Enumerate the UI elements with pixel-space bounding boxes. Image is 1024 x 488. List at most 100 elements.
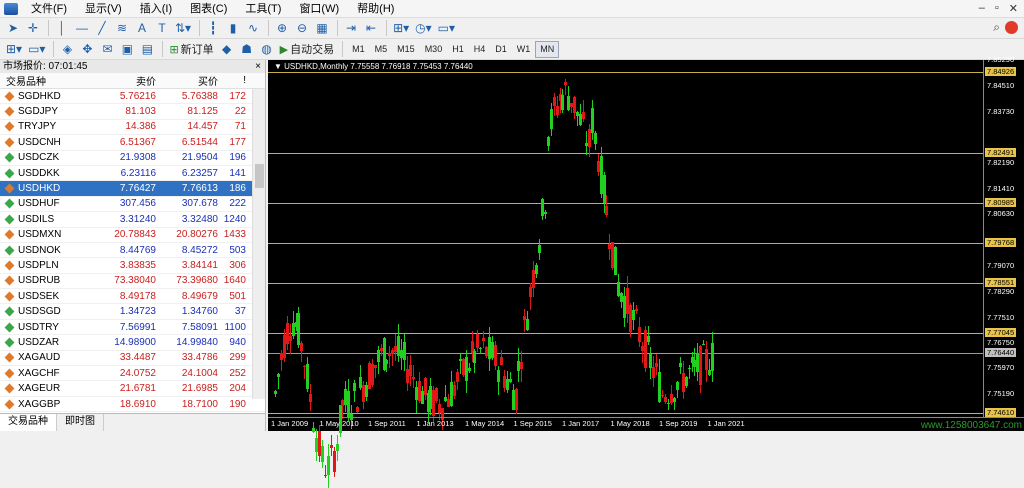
symbol-label: USDILS xyxy=(18,213,55,225)
tab-tick-chart[interactable]: 即时图 xyxy=(57,414,104,431)
table-row[interactable]: USDZAR 14.98900 14.99840 940 xyxy=(0,335,265,351)
table-row[interactable]: TRYJPY 14.386 14.457 71 xyxy=(0,120,265,136)
price-level-line[interactable] xyxy=(268,72,983,74)
market-watch-icon[interactable]: ◈ xyxy=(58,41,76,58)
metaeditor-icon[interactable]: ◆ xyxy=(218,41,236,58)
timeframe-m5[interactable]: M5 xyxy=(370,41,393,58)
navigator-icon[interactable]: ✉ xyxy=(98,41,116,58)
table-row[interactable]: XAGEUR 21.6781 21.6985 204 xyxy=(0,381,265,397)
table-row[interactable]: USDNOK 8.44769 8.45272 503 xyxy=(0,243,265,259)
cursor-icon[interactable]: ➤ xyxy=(4,20,22,37)
column-header-symbol[interactable]: 交易品种 xyxy=(0,73,105,88)
price-level-line[interactable] xyxy=(268,152,983,154)
table-row[interactable]: XAGCHF 24.0752 24.1004 252 xyxy=(0,366,265,382)
vertical-scrollbar[interactable] xyxy=(252,89,265,399)
chart-shift-icon[interactable]: ⇤ xyxy=(362,20,380,37)
menu-help[interactable]: 帮助(H) xyxy=(348,0,403,18)
table-row[interactable]: XAGGBP 18.6910 18.7100 190 xyxy=(0,397,265,413)
price-chart[interactable]: ▼ USDHKD,Monthly 7.75558 7.76918 7.75453… xyxy=(268,55,1024,488)
periods-icon[interactable]: ◷▾ xyxy=(413,20,434,37)
table-row[interactable]: USDHUF 307.456 307.678 222 xyxy=(0,197,265,213)
profiles-icon[interactable]: ▭▾ xyxy=(26,41,47,58)
table-row[interactable]: USDTRY 7.56991 7.58091 1100 xyxy=(0,320,265,336)
menu-insert[interactable]: 插入(I) xyxy=(131,0,181,18)
table-row[interactable]: USDILS 3.31240 3.32480 1240 xyxy=(0,212,265,228)
price-level-line[interactable] xyxy=(268,332,983,334)
table-row[interactable]: USDSEK 8.49178 8.49679 501 xyxy=(0,289,265,305)
new-chart-icon[interactable]: ⊞▾ xyxy=(4,41,24,58)
table-row[interactable]: USDHKD 7.76427 7.76613 186 xyxy=(0,181,265,197)
table-row[interactable]: USDMXN 20.78843 20.80276 1433 xyxy=(0,228,265,243)
scrollbar-thumb[interactable] xyxy=(255,164,264,188)
table-row[interactable]: USDDKK 6.23116 6.23257 141 xyxy=(0,166,265,182)
table-row[interactable]: SGDHKD 5.76216 5.76388 172 xyxy=(0,89,265,105)
bar-chart-icon[interactable]: ┇ xyxy=(204,20,222,37)
restore-icon[interactable]: ▫ xyxy=(995,2,999,15)
timeframe-d1[interactable]: D1 xyxy=(490,41,512,58)
minimize-icon[interactable]: – xyxy=(979,2,985,15)
close-icon[interactable]: × xyxy=(255,60,265,73)
price-level-line[interactable] xyxy=(268,242,983,244)
autoscroll-icon[interactable]: ⇥ xyxy=(342,20,360,37)
text-icon[interactable]: A xyxy=(133,20,151,37)
tab-symbols[interactable]: 交易品种 xyxy=(0,414,57,431)
price-level-line[interactable] xyxy=(268,202,983,204)
tile-windows-icon[interactable]: ▦ xyxy=(313,20,331,37)
table-row[interactable]: USDRUB 73.38040 73.39680 1640 xyxy=(0,274,265,290)
search-icon[interactable]: ⌕ xyxy=(993,20,1000,35)
horizontal-line-icon[interactable]: — xyxy=(73,20,91,37)
menu-tools[interactable]: 工具(T) xyxy=(236,0,290,18)
vps-icon[interactable]: ◍ xyxy=(258,41,276,58)
table-row[interactable]: USDSGD 1.34723 1.34760 37 xyxy=(0,304,265,320)
column-header-bid[interactable]: 卖价 xyxy=(105,73,156,88)
table-row[interactable]: XAGAUD 33.4487 33.4786 299 xyxy=(0,351,265,367)
zoom-in-icon[interactable]: ⊕ xyxy=(273,20,291,37)
menu-file[interactable]: 文件(F) xyxy=(22,0,76,18)
timeframe-m1[interactable]: M1 xyxy=(347,41,370,58)
label-icon[interactable]: T xyxy=(153,20,171,37)
data-window-icon[interactable]: ✥ xyxy=(78,41,96,58)
tester-icon[interactable]: ▤ xyxy=(138,41,156,58)
timeframe-w1[interactable]: W1 xyxy=(512,41,536,58)
column-header-spread[interactable]: ! xyxy=(218,75,250,86)
arrows-icon[interactable]: ⇅▾ xyxy=(173,20,193,37)
vertical-line-icon[interactable]: │ xyxy=(53,20,71,37)
close-icon[interactable]: ✕ xyxy=(1009,2,1018,15)
timeframe-mn[interactable]: MN xyxy=(535,40,560,58)
spread-cell: 299 xyxy=(229,352,246,364)
table-row[interactable]: USDCNH 6.51367 6.51544 177 xyxy=(0,135,265,151)
bid-cell: 1.34723 xyxy=(119,306,156,318)
menu-view[interactable]: 显示(V) xyxy=(76,0,131,18)
auto-trading-button[interactable]: ▶ 自动交易 xyxy=(278,41,336,58)
community-icon[interactable] xyxy=(1005,21,1018,34)
candle-body xyxy=(382,338,386,371)
templates-icon[interactable]: ▭▾ xyxy=(436,20,457,37)
timeframe-h1[interactable]: H1 xyxy=(447,41,469,58)
price-level-line[interactable] xyxy=(268,352,983,354)
table-row[interactable]: USDCZK 21.9308 21.9504 196 xyxy=(0,151,265,166)
table-row[interactable]: SGDJPY 81.103 81.125 22 xyxy=(0,104,265,120)
x-tick-label: 1 Jan 2017 xyxy=(562,419,600,428)
price-level-line[interactable] xyxy=(268,283,983,285)
timeframe-m30[interactable]: M30 xyxy=(420,41,448,58)
column-header-ask[interactable]: 买价 xyxy=(156,73,218,88)
new-order-button[interactable]: ⊞ 新订单 xyxy=(167,41,215,58)
timeframe-m15[interactable]: M15 xyxy=(392,41,420,58)
terminal-icon[interactable]: ▣ xyxy=(118,41,136,58)
line-chart-icon[interactable]: ∿ xyxy=(244,20,262,37)
trendline-icon[interactable]: ╱ xyxy=(93,20,111,37)
price-level-line[interactable] xyxy=(268,413,983,415)
indicators-icon[interactable]: ⊞▾ xyxy=(391,20,411,37)
crosshair-icon[interactable]: ✛ xyxy=(24,20,42,37)
fibonacci-icon[interactable]: ≋ xyxy=(113,20,131,37)
menu-window[interactable]: 窗口(W) xyxy=(290,0,348,18)
candle-chart-icon[interactable]: ▮ xyxy=(224,20,242,37)
signals-icon[interactable]: ☗ xyxy=(238,41,256,58)
menu-charts[interactable]: 图表(C) xyxy=(181,0,236,18)
chart-menu-icon[interactable]: ▼ xyxy=(274,62,282,71)
ask-cell: 6.51544 xyxy=(181,136,218,148)
table-row[interactable]: USDPLN 3.83835 3.84141 306 xyxy=(0,258,265,274)
timeframe-h4[interactable]: H4 xyxy=(469,41,491,58)
zoom-out-icon[interactable]: ⊖ xyxy=(293,20,311,37)
symbol-cell: TRYJPY xyxy=(0,121,105,132)
